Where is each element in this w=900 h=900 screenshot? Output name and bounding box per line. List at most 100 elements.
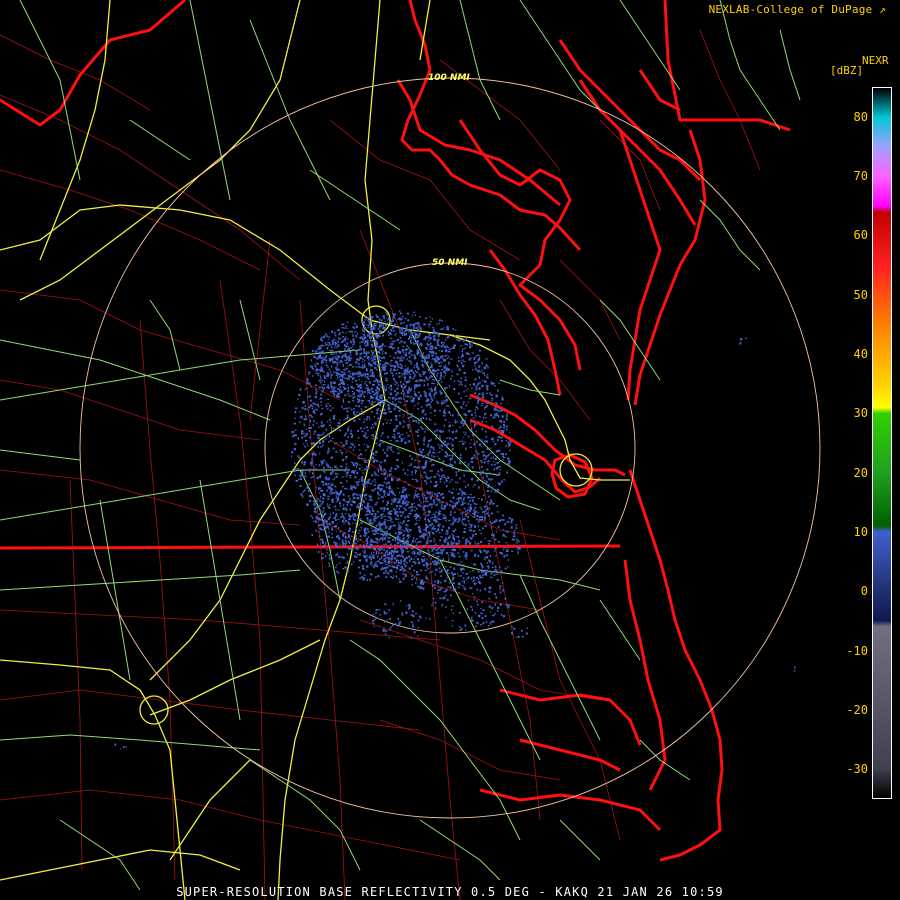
echo-pixel [382, 423, 385, 426]
echo-pixel [418, 345, 421, 347]
echo-pixel [391, 550, 394, 553]
echo-pixel [489, 611, 491, 613]
echo-pixel [424, 494, 426, 497]
echo-pixel [462, 364, 465, 367]
echo-pixel [483, 549, 486, 552]
echo-pixel [442, 402, 445, 404]
echo-pixel [436, 492, 438, 495]
echo-pixel [472, 486, 474, 488]
echo-pixel [390, 525, 393, 527]
echo-pixel [425, 514, 428, 516]
echo-pixel [398, 435, 401, 438]
echo-pixel [389, 422, 391, 424]
echo-pixel [341, 490, 343, 493]
echo-pixel [403, 507, 406, 510]
echo-pixel [359, 427, 362, 430]
echo-pixel [321, 539, 324, 542]
echo-pixel [431, 399, 434, 402]
echo-pixel [452, 530, 455, 533]
echo-pixel [449, 519, 451, 521]
echo-pixel [360, 504, 363, 507]
echo-pixel [492, 561, 494, 565]
echo-pixel [428, 554, 430, 557]
echo-pixel [453, 582, 455, 585]
echo-pixel [463, 588, 467, 591]
echo-pixel [452, 535, 455, 538]
echo-pixel [463, 518, 466, 521]
echo-pixel [310, 458, 313, 460]
echo-pixel [378, 384, 380, 386]
echo-pixel [441, 507, 444, 510]
echo-pixel [460, 361, 463, 365]
echo-pixel [318, 354, 322, 358]
echo-pixel [372, 328, 376, 330]
echo-pixel [413, 494, 416, 497]
echo-pixel [430, 517, 433, 519]
credit-label[interactable]: NEXLAB-College of DuPage ↗ [709, 3, 886, 16]
echo-pixel [497, 606, 500, 610]
echo-pixel [376, 492, 379, 495]
echo-pixel [474, 456, 476, 458]
echo-pixel [338, 356, 341, 358]
echo-pixel [402, 383, 405, 386]
echo-pixel [393, 544, 396, 546]
echo-pixel [376, 460, 379, 462]
echo-pixel [388, 564, 390, 566]
echo-pixel [345, 541, 348, 544]
echo-pixel [414, 509, 416, 512]
echo-pixel [365, 436, 368, 439]
echo-pixel [403, 419, 405, 422]
echo-pixel [380, 435, 382, 437]
echo-pixel [433, 532, 435, 535]
echo-pixel [358, 400, 360, 403]
echo-pixel [427, 519, 429, 521]
echo-pixel [402, 556, 404, 559]
echo-pixel [389, 565, 392, 567]
echo-pixel [358, 566, 360, 569]
echo-pixel [443, 496, 445, 498]
echo-pixel [451, 467, 454, 470]
echo-pixel [448, 454, 451, 457]
echo-pixel [358, 418, 361, 420]
credit-text[interactable]: NEXLAB-College of DuPage [709, 3, 873, 16]
echo-pixel [469, 508, 471, 511]
echo-pixel [321, 379, 324, 382]
echo-pixel [415, 570, 418, 573]
echo-pixel [359, 344, 361, 347]
echo-pixel [334, 465, 337, 468]
echo-pixel [422, 508, 425, 511]
echo-pixel [399, 319, 402, 321]
echo-pixel [326, 549, 328, 551]
echo-pixel [422, 372, 425, 376]
echo-pixel [424, 511, 426, 513]
echo-pixel [338, 492, 342, 496]
echo-pixel [374, 325, 377, 327]
echo-pixel [433, 455, 436, 458]
echo-pixel [396, 459, 399, 461]
echo-pixel [430, 562, 432, 565]
echo-pixel [333, 381, 336, 384]
echo-pixel [388, 547, 391, 549]
echo-pixel [452, 588, 455, 591]
external-link-icon[interactable]: ↗ [879, 3, 886, 16]
echo-pixel [339, 389, 341, 392]
echo-pixel [509, 432, 511, 433]
echo-pixel [420, 451, 423, 454]
echo-pixel [433, 448, 435, 451]
echo-pixel [361, 469, 363, 471]
echo-pixel [481, 420, 484, 423]
echo-pixel [375, 395, 378, 397]
echo-pixel [320, 424, 323, 427]
echo-pixel [380, 515, 383, 517]
echo-pixel [363, 427, 366, 429]
echo-pixel [416, 480, 419, 483]
echo-pixel [333, 492, 336, 494]
echo-pixel [414, 364, 416, 366]
echo-pixel [410, 330, 412, 332]
echo-pixel [408, 374, 412, 376]
echo-pixel [440, 536, 443, 538]
echo-pixel [344, 540, 347, 542]
echo-pixel [434, 573, 436, 576]
echo-pixel [369, 543, 372, 546]
echo-pixel [426, 525, 429, 528]
